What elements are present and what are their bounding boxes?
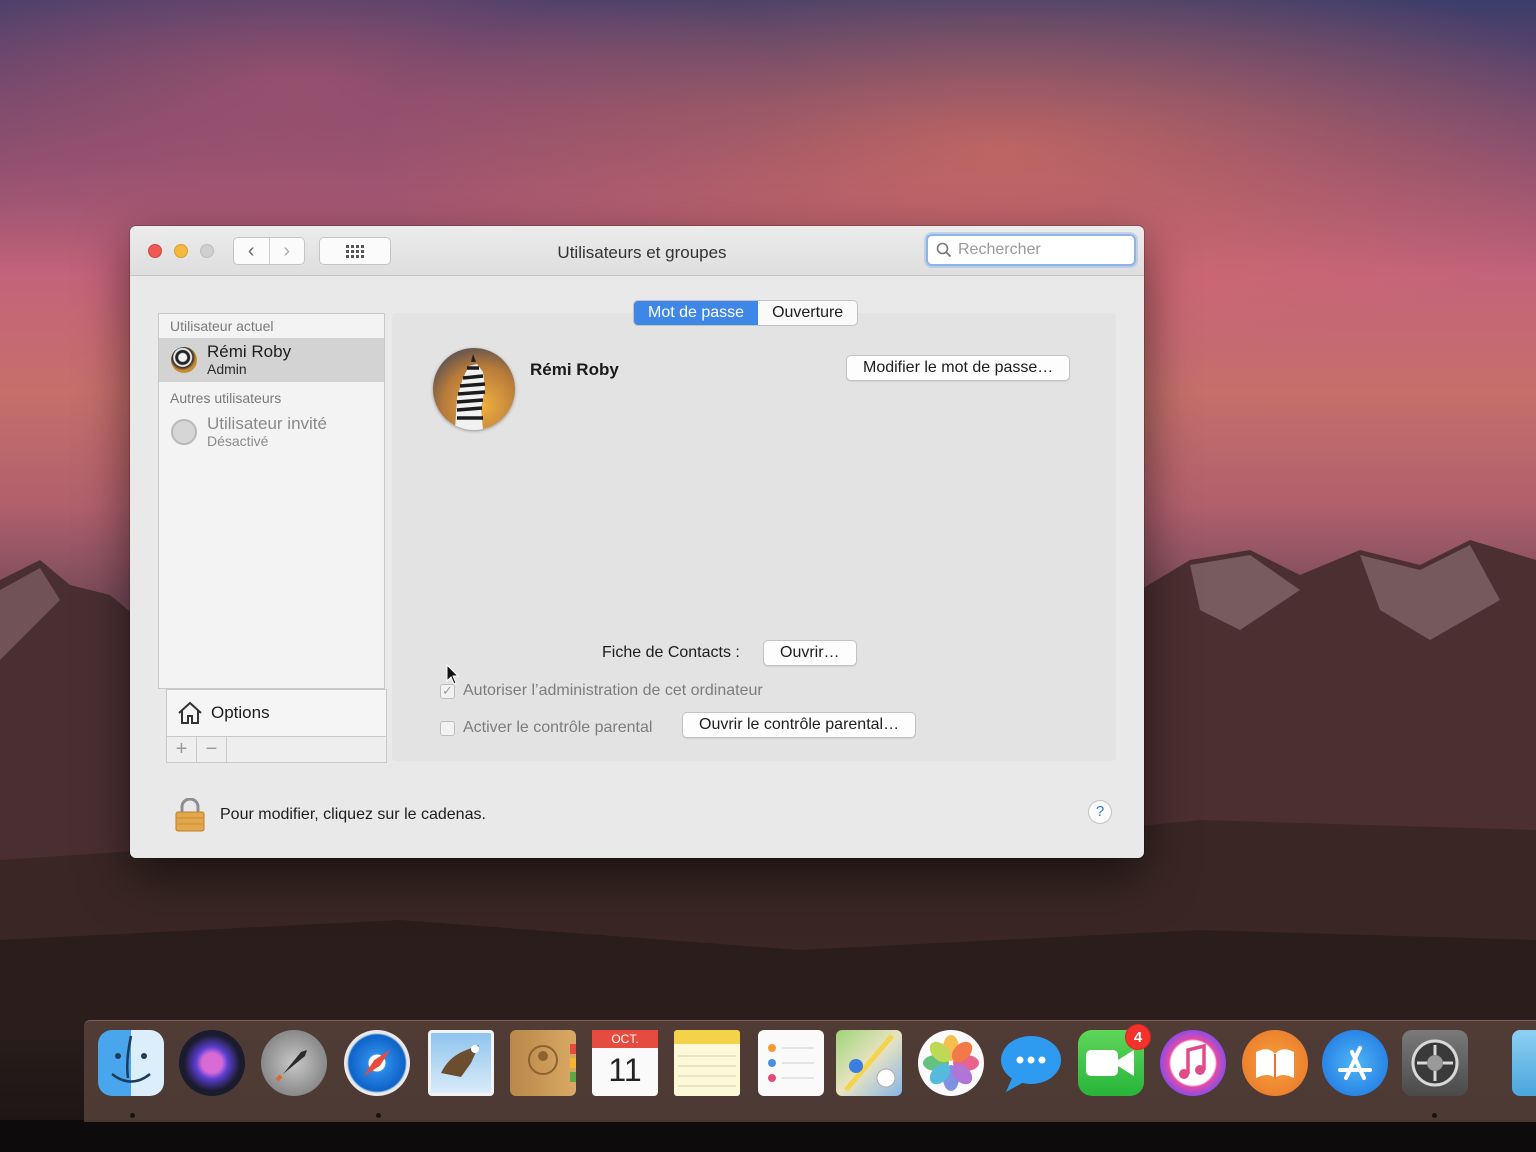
messages-icon[interactable] xyxy=(998,1030,1064,1096)
user-role: Désactivé xyxy=(207,433,269,449)
zebra-photo xyxy=(433,348,515,430)
parental-checkbox[interactable] xyxy=(440,720,455,736)
search-icon xyxy=(936,242,952,258)
ibooks-icon[interactable] xyxy=(1242,1030,1308,1096)
running-indicator xyxy=(1432,1113,1437,1118)
admin-checkbox-row[interactable]: ✓ Autoriser l’administration de cet ordi… xyxy=(440,682,763,700)
user-name: Rémi Roby xyxy=(207,342,292,361)
parental-checkbox-row[interactable]: Activer le contrôle parental xyxy=(440,719,652,737)
sidebar-item-guest-user[interactable]: Utilisateur invité Désactivé xyxy=(159,410,384,454)
screen-bezel xyxy=(0,1120,1536,1152)
photos-icon[interactable] xyxy=(918,1030,984,1096)
open-contacts-button[interactable]: Ouvrir… xyxy=(763,640,857,666)
profile-name: Rémi Roby xyxy=(530,360,619,379)
app-store-icon[interactable] xyxy=(1322,1030,1388,1096)
mouse-cursor-icon xyxy=(446,664,460,685)
tab-login-items[interactable]: Ouverture xyxy=(758,301,857,325)
parental-checkbox-label: Activer le contrôle parental xyxy=(463,719,653,736)
search-field[interactable]: Rechercher xyxy=(926,234,1136,266)
calendar-month: OCT. xyxy=(592,1030,658,1048)
folder-icon[interactable] xyxy=(1512,1030,1536,1096)
add-remove-bar: + − xyxy=(166,737,387,763)
safari-icon[interactable] xyxy=(344,1030,410,1096)
siri-icon[interactable] xyxy=(179,1030,245,1096)
current-user-header: Utilisateur actuel xyxy=(170,318,274,334)
sidebar-item-current-user[interactable]: Rémi Roby Admin xyxy=(159,338,384,382)
house-icon xyxy=(178,701,202,724)
contacts-icon[interactable] xyxy=(510,1030,576,1096)
lock-icon[interactable] xyxy=(174,798,206,832)
guest-avatar-icon xyxy=(171,419,197,445)
admin-checkbox-label: Autoriser l’administration de cet ordina… xyxy=(463,682,763,699)
remove-user-button[interactable]: − xyxy=(197,737,227,762)
user-role: Admin xyxy=(207,361,247,377)
running-indicator xyxy=(376,1113,381,1118)
user-name: Utilisateur invité xyxy=(207,414,327,433)
add-user-button[interactable]: + xyxy=(167,737,197,762)
notes-icon[interactable] xyxy=(674,1030,740,1096)
running-indicator xyxy=(130,1113,135,1118)
notification-badge: 4 xyxy=(1125,1024,1151,1050)
reminders-icon[interactable] xyxy=(758,1030,824,1096)
maps-icon[interactable] xyxy=(836,1030,902,1096)
mail-icon[interactable] xyxy=(428,1030,494,1096)
help-button[interactable]: ? xyxy=(1088,800,1112,824)
search-placeholder: Rechercher xyxy=(958,241,1041,258)
change-password-button[interactable]: Modifier le mot de passe… xyxy=(846,355,1071,381)
contacts-card-label: Fiche de Contacts : xyxy=(602,644,740,661)
calendar-day: 11 xyxy=(608,1052,642,1088)
title-bar: ‹ › Utilisateurs et groupes Rechercher xyxy=(130,226,1144,276)
launchpad-icon[interactable] xyxy=(261,1030,327,1096)
open-parental-controls-button[interactable]: Ouvrir le contrôle parental… xyxy=(682,712,917,738)
options-label: Options xyxy=(211,703,270,722)
user-avatar[interactable] xyxy=(433,348,515,430)
tab-control: Mot de passe Ouverture xyxy=(633,300,859,326)
other-users-header: Autres utilisateurs xyxy=(170,390,282,406)
users-sidebar: Utilisateur actuel Rémi Roby Admin Autre… xyxy=(158,313,385,689)
users-groups-window: ‹ › Utilisateurs et groupes Rechercher U… xyxy=(130,226,1144,858)
calendar-icon[interactable]: OCT. 11 xyxy=(592,1030,658,1096)
itunes-icon[interactable] xyxy=(1160,1030,1226,1096)
tab-password[interactable]: Mot de passe xyxy=(634,301,759,325)
avatar xyxy=(171,347,197,373)
finder-icon[interactable] xyxy=(98,1030,164,1096)
login-options-item[interactable]: Options xyxy=(166,689,387,737)
system-preferences-icon[interactable] xyxy=(1402,1030,1468,1096)
lock-hint-text: Pour modifier, cliquez sur le cadenas. xyxy=(220,806,486,823)
